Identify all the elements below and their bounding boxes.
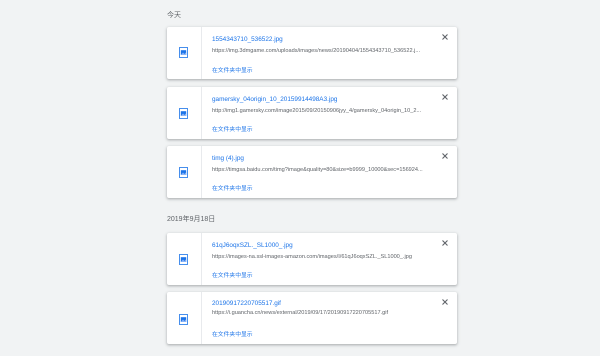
show-in-folder-link[interactable]: 在文件夹中显示 [212,270,253,279]
file-name-link[interactable]: 20190917220705517.gif [212,300,281,307]
close-icon[interactable] [441,93,449,101]
date-header-2019-09-18: 2019年9月18日 [167,216,216,223]
download-item: gamersky_04origin_10_20159914498A3.jpg h… [167,87,457,139]
file-name-link[interactable]: gamersky_04origin_10_20159914498A3.jpg [212,96,337,103]
show-in-folder-link[interactable]: 在文件夹中显示 [212,183,253,192]
download-item: 61qJ6oqxSZL._SL1000_.jpg https://images-… [167,233,457,285]
show-in-folder-link[interactable]: 在文件夹中显示 [212,124,253,133]
download-item: 1554343710_536522.jpg https://img.3dmgam… [167,27,457,79]
download-item: timg (4).jpg https://timgsa.baidu.com/ti… [167,146,457,198]
image-file-icon[interactable] [179,254,188,265]
downloads-page: 今天 1554343710_536522.jpg https://img.3dm… [0,0,600,356]
source-url[interactable]: https://images-na.ssl-images-amazon.com/… [212,254,430,260]
close-icon[interactable] [441,33,449,41]
date-header-today: 今天 [167,12,181,19]
download-item: 20190917220705517.gif https://i.guancha.… [167,292,457,344]
show-in-folder-link[interactable]: 在文件夹中显示 [212,65,253,74]
image-file-icon[interactable] [179,314,188,325]
show-in-folder-link[interactable]: 在文件夹中显示 [212,329,253,338]
source-url[interactable]: https://timgsa.baidu.com/timg?image&qual… [212,167,430,173]
file-name-link[interactable]: 61qJ6oqxSZL._SL1000_.jpg [212,242,293,249]
close-icon[interactable] [441,298,449,306]
source-url[interactable]: https://i.guancha.cn/news/external/2019/… [212,310,430,316]
file-name-link[interactable]: timg (4).jpg [212,155,244,162]
image-file-icon[interactable] [179,108,188,119]
file-name-link[interactable]: 1554343710_536522.jpg [212,36,283,43]
image-file-icon[interactable] [179,167,188,178]
close-icon[interactable] [441,152,449,160]
image-file-icon[interactable] [179,47,188,58]
source-url[interactable]: http://img1.gamersky.com/image2015/09/20… [212,108,430,114]
close-icon[interactable] [441,239,449,247]
source-url[interactable]: https://img.3dmgame.com/uploads/images/n… [212,48,430,54]
